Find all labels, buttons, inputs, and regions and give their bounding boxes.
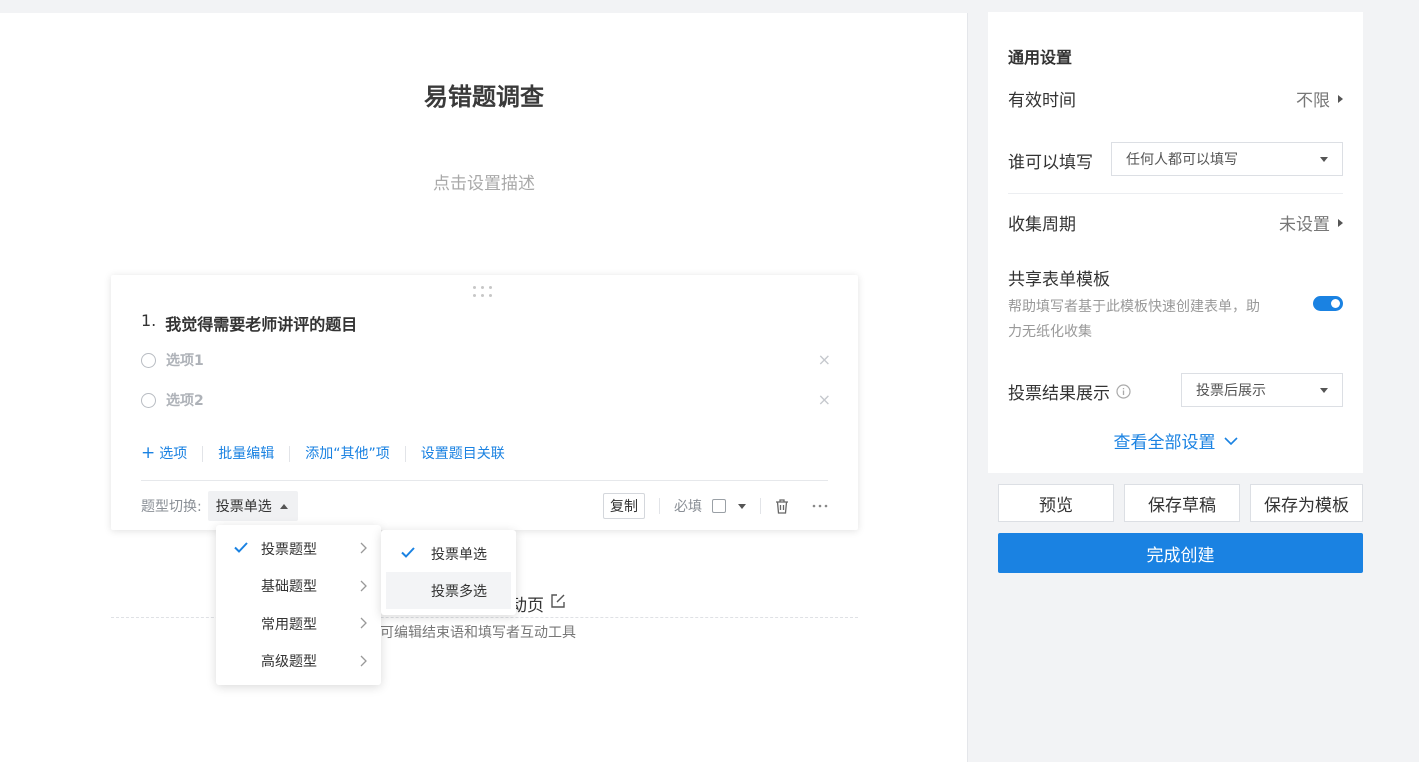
more-icon[interactable] [812,504,828,508]
finish-create-button[interactable]: 完成创建 [998,533,1363,573]
menu-item-vote-type[interactable]: 投票题型 [216,530,381,568]
menu-item-common-type[interactable]: 常用题型 [216,605,381,643]
valid-time-label: 有效时间 [1008,91,1076,111]
check-icon [234,541,248,557]
vote-result-label: 投票结果展示 [1008,384,1110,404]
save-draft-button[interactable]: 保存草稿 [1124,484,1240,522]
share-template-description: 帮助填写者基于此模板快速创建表单，助力无纸化收集 [1008,299,1260,340]
caret-down-icon [1320,388,1328,393]
menu-item-label: 常用题型 [261,616,317,633]
settings-heading: 通用设置 [1008,48,1073,67]
save-template-button[interactable]: 保存为模板 [1250,484,1363,522]
type-menu: 投票题型 基础题型 常用题型 高级题型 [216,525,381,685]
vote-result-select[interactable]: 投票后展示 [1181,373,1343,407]
menu-item-basic-type[interactable]: 基础题型 [216,568,381,606]
required-label: 必填 [674,499,702,515]
close-icon[interactable]: × [818,350,831,369]
option-row[interactable]: 选项1 × [141,349,831,371]
card-divider [141,480,828,481]
who-can-fill-select[interactable]: 任何人都可以填写 [1111,142,1343,176]
preview-button[interactable]: 预览 [998,484,1114,522]
end-page-title[interactable]: 动页 [510,591,566,616]
valid-time-value[interactable]: 不限 [1296,86,1343,111]
type-switch-label: 题型切换: [141,499,202,515]
question-title[interactable]: 1. 我觉得需要老师讲评的题目 [141,311,357,335]
vote-result-value: 投票后展示 [1196,383,1266,399]
caret-down-icon[interactable] [738,503,746,509]
menu-item-label: 高级题型 [261,654,317,671]
edit-icon[interactable] [550,593,566,614]
add-option-label: 选项 [159,446,188,462]
vote-result-label-row: 投票结果展示 [1008,379,1131,404]
question-text: 我觉得需要老师讲评的题目 [165,315,358,334]
option-row[interactable]: 选项2 × [141,389,831,411]
chevron-right-icon [360,655,367,671]
menu-item-advanced-type[interactable]: 高级题型 [216,643,381,681]
who-can-fill-value: 任何人都可以填写 [1126,152,1238,168]
question-card[interactable]: 1. 我觉得需要老师讲评的题目 选项1 × 选项2 × + 选项 批量编辑 添加“… [111,275,858,530]
form-description[interactable]: 点击设置描述 [0,169,968,194]
form-title[interactable]: 易错题调查 [0,77,968,112]
triangle-right-icon [1338,94,1343,103]
collect-cycle-value[interactable]: 未设置 [1279,210,1343,235]
drag-handle-icon[interactable] [473,286,495,298]
view-all-settings-link[interactable]: 查看全部设置 [988,428,1363,453]
radio-icon [141,352,156,368]
submenu-item-label: 投票单选 [431,546,487,563]
chevron-right-icon [360,542,367,558]
triangle-right-icon [1338,218,1343,227]
submenu-item-label: 投票多选 [431,583,487,600]
end-page-description: 可编辑结束语和填写者互动工具 [380,625,576,641]
set-relation-button[interactable]: 设置题目关联 [404,445,520,462]
plus-icon: + [141,443,156,463]
option-actions: + 选项 批量编辑 添加“其他”项 设置题目关联 [141,443,520,463]
add-option-button[interactable]: + 选项 [141,443,202,463]
divider [760,498,761,514]
close-icon[interactable]: × [818,390,831,409]
share-template-toggle[interactable] [1313,296,1343,311]
submenu-item-multiple[interactable]: 投票多选 [386,572,511,609]
card-footer: 题型切换: 投票单选 复制 必填 [141,491,828,521]
check-icon [401,546,415,562]
share-template-label: 共享表单模板 [1008,270,1110,290]
question-number: 1. [141,311,157,330]
type-switch-dropdown[interactable]: 投票单选 [207,491,298,521]
caret-up-icon [279,503,288,509]
vote-type-submenu: 投票单选 投票多选 [381,530,516,615]
divider [1008,193,1343,194]
settings-panel: 通用设置 有效时间 不限 谁可以填写 任何人都可以填写 收集周期 未设置 共享表… [988,12,1363,473]
chevron-right-icon [360,580,367,596]
trash-icon[interactable] [775,498,789,514]
option-label[interactable]: 选项1 [166,350,204,370]
collect-cycle-text: 未设置 [1279,215,1330,235]
menu-item-label: 投票题型 [261,541,317,558]
valid-time-text: 不限 [1296,91,1330,111]
divider [659,498,660,514]
who-can-fill-label: 谁可以填写 [1008,153,1093,173]
chevron-down-icon [1223,431,1238,451]
batch-edit-button[interactable]: 批量编辑 [202,445,289,462]
type-switch-value: 投票单选 [215,499,272,515]
menu-item-label: 基础题型 [261,579,317,596]
add-other-button[interactable]: 添加“其他”项 [289,445,405,462]
collect-cycle-label: 收集周期 [1008,215,1076,235]
chevron-right-icon [360,617,367,633]
required-checkbox[interactable] [712,499,726,513]
info-icon[interactable] [1116,384,1131,399]
view-all-label: 查看全部设置 [1113,433,1216,453]
copy-button[interactable]: 复制 [603,493,645,519]
divider [800,498,801,514]
caret-down-icon [1320,157,1328,162]
option-label[interactable]: 选项2 [166,390,204,410]
radio-icon [141,392,156,408]
submenu-item-single[interactable]: 投票单选 [386,535,511,572]
